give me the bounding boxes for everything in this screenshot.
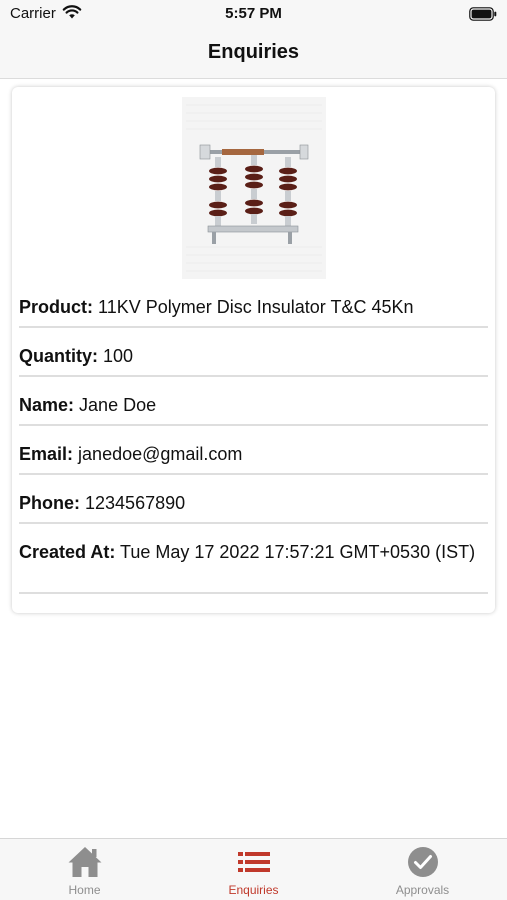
navigation-bar: Enquiries (0, 30, 507, 79)
status-bar: Carrier 5:57 PM (0, 0, 507, 30)
product-label: Product: (19, 297, 93, 317)
tab-enquiries[interactable]: Enquiries (169, 839, 338, 900)
tab-bar: Home Enquiries Approvals (0, 838, 507, 900)
product-field: Product: 11KV Polymer Disc Insulator T&C… (19, 295, 488, 328)
status-time: 5:57 PM (225, 5, 282, 22)
created-at-value: Tue May 17 2022 17:57:21 GMT+0530 (IST) (120, 542, 476, 562)
tab-enquiries-label: Enquiries (228, 883, 279, 897)
name-value: Jane Doe (79, 395, 157, 415)
tab-home-label: Home (68, 883, 101, 897)
list-icon (238, 852, 270, 872)
email-value: janedoe@gmail.com (78, 444, 243, 464)
app-screen: Carrier 5:57 PM Enquiries Product: 11KV … (0, 0, 507, 900)
quantity-field: Quantity: 100 (19, 344, 488, 377)
tab-home[interactable]: Home (0, 839, 169, 900)
email-field: Email: janedoe@gmail.com (19, 442, 488, 475)
enquiry-card: Product: 11KV Polymer Disc Insulator T&C… (12, 87, 495, 613)
battery-icon (469, 7, 497, 21)
phone-field: Phone: 1234567890 (19, 491, 488, 524)
email-label: Email: (19, 444, 74, 464)
quantity-value: 100 (103, 346, 134, 366)
tab-approvals-label: Approvals (395, 883, 450, 897)
created-at-field: Created At: Tue May 17 2022 17:57:21 GMT… (19, 540, 488, 594)
check-circle-icon (408, 847, 438, 877)
phone-label: Phone: (19, 493, 80, 513)
product-value: 11KV Polymer Disc Insulator T&C 45Kn (98, 297, 414, 317)
quantity-label: Quantity: (19, 346, 98, 366)
phone-value: 1234567890 (85, 493, 186, 513)
product-image (182, 97, 326, 279)
created-at-label: Created At: (19, 542, 116, 562)
home-icon (68, 847, 102, 877)
tab-approvals[interactable]: Approvals (338, 839, 507, 900)
name-field: Name: Jane Doe (19, 393, 488, 426)
name-label: Name: (19, 395, 75, 415)
page-title: Enquiries (207, 41, 300, 63)
